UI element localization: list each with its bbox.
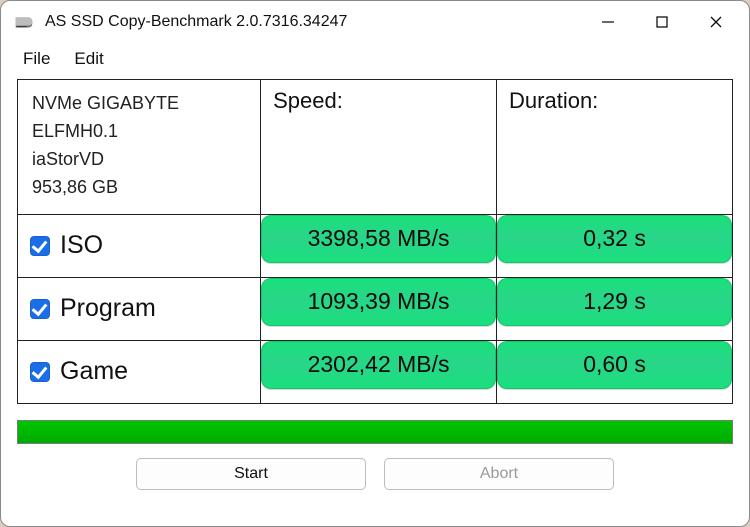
test-game: Game xyxy=(18,341,260,403)
drive-driver: iaStorVD xyxy=(32,146,246,174)
progress-bar xyxy=(17,420,733,444)
speed-value: 2302,42 MB/s xyxy=(261,341,496,389)
header-duration: Duration: xyxy=(497,80,732,124)
app-window: AS SSD Copy-Benchmark 2.0.7316.34247 Fil… xyxy=(0,0,750,527)
menu-edit[interactable]: Edit xyxy=(74,49,103,69)
minimize-button[interactable] xyxy=(581,1,635,43)
table-row: ISO 3398,58 MB/s 0,32 s xyxy=(18,214,733,277)
duration-value: 0,60 s xyxy=(497,341,732,389)
header-speed: Speed: xyxy=(261,80,496,124)
menu-file[interactable]: File xyxy=(23,49,50,69)
results-table: NVMe GIGABYTE ELFMH0.1 iaStorVD 953,86 G… xyxy=(17,79,733,404)
checkbox-program[interactable] xyxy=(30,299,50,319)
test-label: ISO xyxy=(60,231,103,260)
table-header-row: NVMe GIGABYTE ELFMH0.1 iaStorVD 953,86 G… xyxy=(18,80,733,215)
progress-bar-container xyxy=(17,420,733,444)
test-program: Program xyxy=(18,278,260,340)
maximize-button[interactable] xyxy=(635,1,689,43)
window-controls xyxy=(581,1,743,43)
titlebar[interactable]: AS SSD Copy-Benchmark 2.0.7316.34247 xyxy=(1,1,749,43)
checkbox-game[interactable] xyxy=(30,362,50,382)
app-icon xyxy=(13,11,35,33)
drive-info: NVMe GIGABYTE ELFMH0.1 iaStorVD 953,86 G… xyxy=(18,80,260,214)
test-label: Game xyxy=(60,357,128,386)
duration-value: 1,29 s xyxy=(497,278,732,326)
start-button[interactable]: Start xyxy=(136,458,366,490)
drive-name: NVMe GIGABYTE xyxy=(32,90,246,118)
menubar: File Edit xyxy=(1,43,749,75)
drive-firmware: ELFMH0.1 xyxy=(32,118,246,146)
drive-capacity: 953,86 GB xyxy=(32,174,246,202)
window-title: AS SSD Copy-Benchmark 2.0.7316.34247 xyxy=(45,13,347,31)
speed-value: 3398,58 MB/s xyxy=(261,215,496,263)
abort-button: Abort xyxy=(384,458,614,490)
test-iso: ISO xyxy=(18,215,260,277)
test-label: Program xyxy=(60,294,156,323)
checkbox-iso[interactable] xyxy=(30,236,50,256)
button-row: Start Abort xyxy=(17,444,733,498)
duration-value: 0,32 s xyxy=(497,215,732,263)
close-button[interactable] xyxy=(689,1,743,43)
table-row: Game 2302,42 MB/s 0,60 s xyxy=(18,340,733,403)
content-area: NVMe GIGABYTE ELFMH0.1 iaStorVD 953,86 G… xyxy=(1,75,749,526)
table-row: Program 1093,39 MB/s 1,29 s xyxy=(18,277,733,340)
speed-value: 1093,39 MB/s xyxy=(261,278,496,326)
